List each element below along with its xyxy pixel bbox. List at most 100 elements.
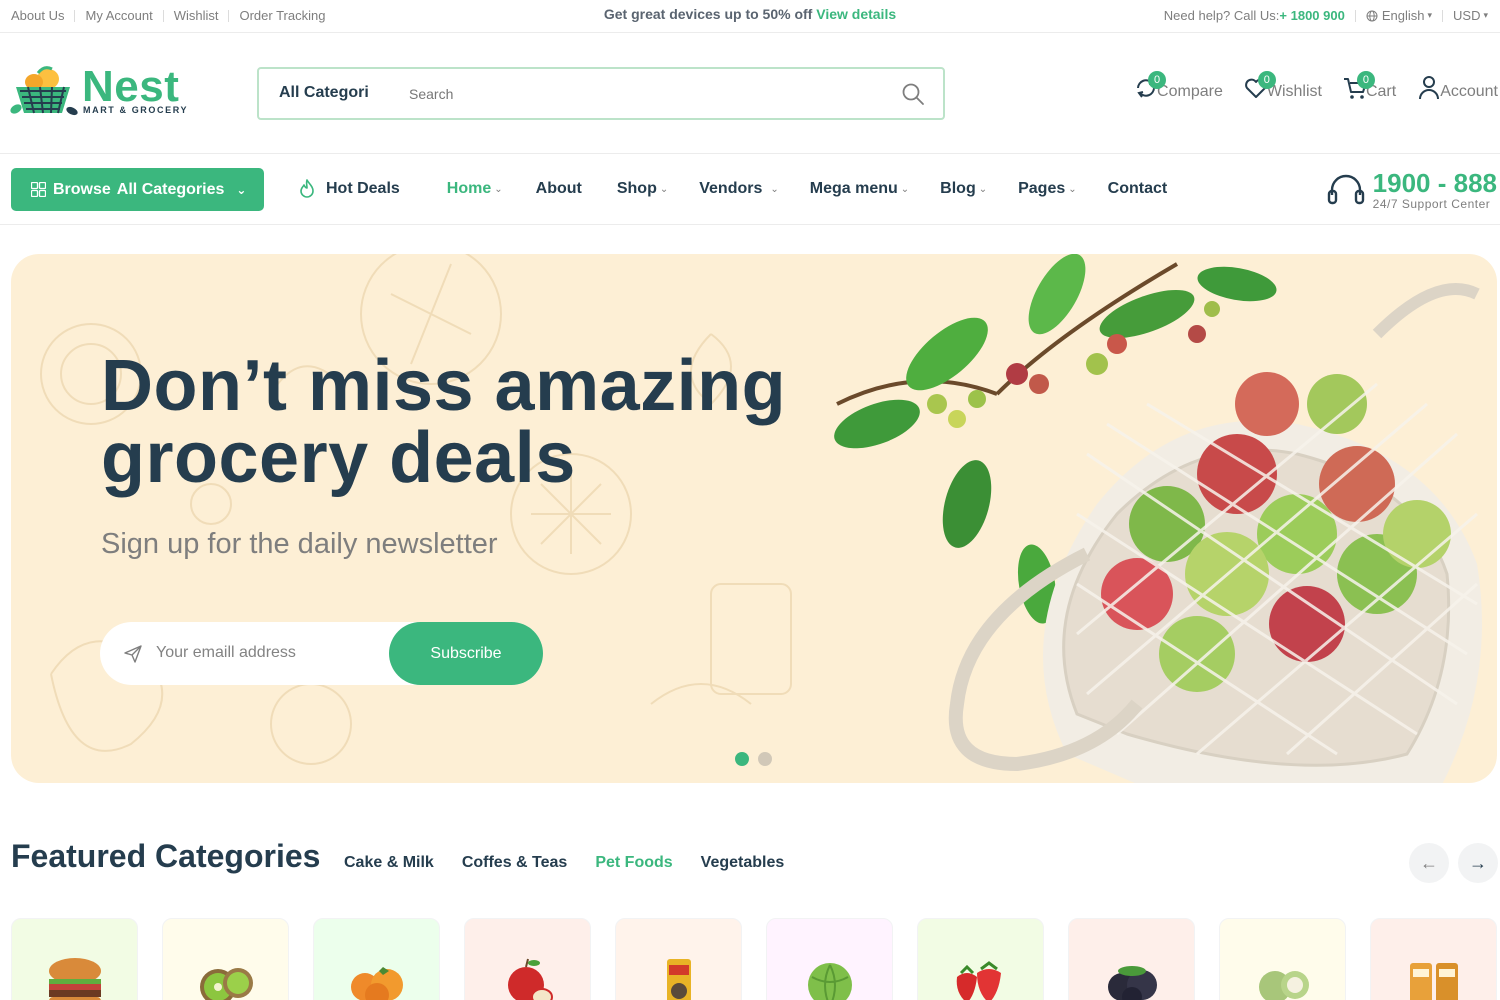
chevron-down-icon: ⌄ (236, 182, 247, 197)
support-text: 1900 - 888 24/7 Support Center (1373, 169, 1497, 211)
burger-icon (49, 958, 101, 1000)
nav-contact[interactable]: Contact (1108, 180, 1168, 198)
nav-home[interactable]: Home ⌄ (447, 180, 503, 198)
support-label: 24/7 Support Center (1372, 197, 1491, 211)
category-card[interactable] (162, 918, 289, 1000)
help-text: Need help? Call Us: (1163, 8, 1280, 23)
wishlist-label: Wishlist (1266, 83, 1322, 100)
wishlist-button[interactable]: 0 Wishlist (1243, 71, 1322, 101)
category-card[interactable] (1370, 918, 1497, 1000)
currency-selector[interactable]: USD ▾ (1453, 8, 1488, 23)
carousel-next-button[interactable]: → (1458, 843, 1498, 883)
chevron-down-icon: ⌄ (900, 183, 910, 195)
cart-count-badge: 0 (1356, 71, 1375, 89)
category-card[interactable] (1068, 918, 1195, 1000)
subscribe-button[interactable]: Subscribe (389, 622, 543, 685)
strawberry-icon (956, 961, 1001, 1000)
compare-label: Compare (1157, 83, 1223, 100)
headset-icon (1327, 174, 1364, 205)
nav-pages-label: Pages (1018, 180, 1066, 197)
tab-coffes-teas[interactable]: Coffes & Teas (462, 854, 568, 872)
persimmon-icon (351, 967, 403, 1000)
logo[interactable]: Nest MART & GROCERY (10, 63, 190, 119)
browse-label: Browse (53, 180, 111, 198)
category-card[interactable] (11, 918, 138, 1000)
featured-tabs: Cake & Milk Coffes & Teas Pet Foods Vege… (344, 854, 812, 872)
basket-logo-icon (10, 66, 78, 116)
tab-vegetables[interactable]: Vegetables (701, 854, 785, 872)
menu-bar: Hot Deals Home ⌄ About Shop ⌄ Vendors ⌄ Meg… (298, 179, 1167, 199)
hero-subheadline: Sign up for the daily newsletter (101, 528, 498, 560)
nav-mega-menu[interactable]: Mega menu ⌄ (810, 180, 909, 198)
category-card[interactable] (313, 918, 440, 1000)
logo-wordmark: Nest (82, 62, 180, 111)
nav-hot-deals-label: Hot Deals (326, 180, 400, 197)
grid-icon (31, 182, 46, 197)
nav-pages[interactable]: Pages ⌄ (1018, 180, 1077, 198)
carousel-prev-button[interactable]: ← (1409, 843, 1449, 883)
nav-blog-label: Blog (940, 180, 976, 197)
wishlist-count-badge: 0 (1257, 71, 1276, 89)
account-button[interactable]: Account (1416, 75, 1498, 101)
flame-icon (300, 179, 314, 198)
custard-apple-icon (1259, 971, 1309, 1000)
category-card[interactable] (766, 918, 893, 1000)
nav-about[interactable]: About (536, 180, 582, 198)
nav-vendors-label: Vendors (699, 180, 763, 197)
language-value: English (1381, 8, 1425, 23)
slider-dot-2[interactable] (758, 752, 772, 766)
logo-tagline: MART & GROCERY (83, 105, 189, 115)
nav-vendors[interactable]: Vendors ⌄ (699, 180, 779, 198)
promo-view-details-link[interactable]: View details (816, 6, 896, 22)
cabbage-icon (808, 963, 852, 1000)
arrow-left-icon: ← (1420, 853, 1438, 873)
language-selector[interactable]: English ▾ (1366, 8, 1432, 23)
chevron-down-icon: ⌄ (1068, 183, 1077, 195)
category-card[interactable] (1219, 918, 1346, 1000)
tab-cake-milk[interactable]: Cake & Milk (344, 854, 434, 872)
category-card[interactable] (615, 918, 742, 1000)
search-category-select[interactable]: All Categories (279, 84, 369, 102)
tab-pet-foods[interactable]: Pet Foods (595, 854, 672, 872)
search-bar: All Categories (257, 67, 945, 120)
divider (1442, 9, 1444, 22)
hero-headline-line2: grocery deals (101, 418, 576, 498)
hero-headline-line1: Don’t miss amazing (101, 346, 787, 426)
email-input[interactable] (156, 639, 376, 667)
support-contact[interactable]: 1900 - 888 24/7 Support Center (1327, 169, 1497, 211)
featured-categories-title: Featured Categories (11, 838, 321, 874)
cart-button[interactable]: 0 Cart (1342, 71, 1396, 101)
slider-dots (735, 752, 781, 766)
hero-slider: Don’t miss amazing grocery deals Sign up… (11, 254, 1497, 783)
nav-blog[interactable]: Blog ⌄ (940, 180, 987, 198)
globe-icon (1366, 10, 1378, 21)
nav-about-label: About (535, 180, 582, 197)
slider-dot-1[interactable] (735, 752, 749, 766)
header-actions: 0 Compare 0 Wishlist 0 Cart Account (1113, 71, 1498, 101)
category-card[interactable] (464, 918, 591, 1000)
top-bar: About Us My Account Wishlist Order Track… (0, 0, 1500, 33)
kiwi-icon (200, 968, 253, 1000)
compare-button[interactable]: 0 Compare (1133, 71, 1223, 101)
search-icon[interactable] (901, 82, 925, 106)
search-input[interactable] (409, 81, 869, 107)
pet-food-icon (667, 959, 691, 1000)
compare-count-badge: 0 (1148, 71, 1167, 89)
user-icon (1419, 76, 1440, 100)
hero-headline: Don’t miss amazing grocery deals (101, 350, 861, 494)
support-number: 1900 - 888 (1372, 168, 1497, 198)
send-icon (124, 645, 142, 663)
category-card[interactable] (917, 918, 1044, 1000)
category-cards (11, 918, 1500, 1000)
newsletter-form: Subscribe (100, 622, 543, 685)
nav-shop[interactable]: Shop ⌄ (617, 180, 668, 198)
apple-icon (508, 958, 553, 1000)
snack-pack-icon (1410, 963, 1458, 1000)
top-right-tools: Need help? Call Us: + 1800 900 English ▾… (1164, 8, 1488, 23)
browse-categories-button[interactable]: Browse All Categories ⌄ (11, 168, 264, 211)
currency-value: USD (1453, 8, 1481, 23)
nav-hot-deals[interactable]: Hot Deals (298, 179, 400, 199)
nav-contact-label: Contact (1107, 180, 1168, 197)
help-phone[interactable]: + 1800 900 (1279, 8, 1344, 23)
browse-label-strong: All Categories (116, 180, 225, 198)
